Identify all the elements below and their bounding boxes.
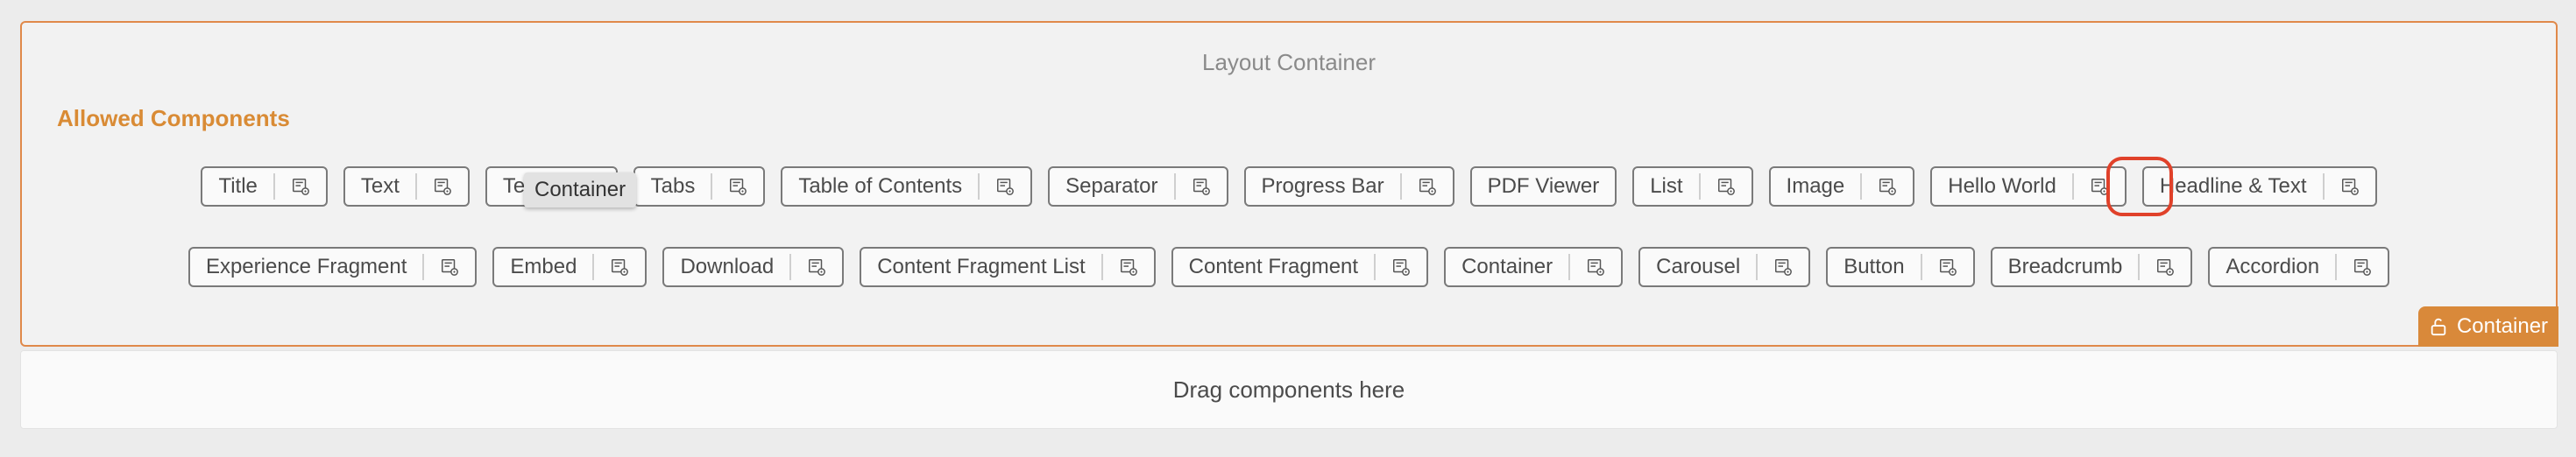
policy-button[interactable] xyxy=(1100,254,1154,280)
container-tooltip: Container xyxy=(524,172,637,207)
component-label: Image xyxy=(1786,174,1845,198)
policy-button[interactable] xyxy=(1860,173,1913,200)
policy-settings-icon xyxy=(1775,259,1793,276)
policy-settings-icon xyxy=(2341,179,2359,195)
component-label: Title xyxy=(218,174,258,198)
component-chip[interactable]: Text xyxy=(343,166,470,207)
component-chip[interactable]: Container xyxy=(1444,247,1624,287)
component-label: Download xyxy=(680,255,775,278)
policy-button[interactable] xyxy=(1399,173,1453,200)
container-badge[interactable]: Container xyxy=(2418,306,2558,347)
policy-button[interactable] xyxy=(2335,254,2388,280)
policy-settings-icon xyxy=(809,259,826,276)
policy-settings-icon xyxy=(1419,179,1436,195)
policy-settings-icon xyxy=(1939,259,1957,276)
policy-button[interactable] xyxy=(978,173,1030,200)
component-chip[interactable]: Experience Fragment xyxy=(188,247,478,287)
policy-button[interactable] xyxy=(1374,254,1426,280)
component-label: Separator xyxy=(1065,174,1158,198)
policy-button[interactable] xyxy=(789,254,842,280)
component-label: Tabs xyxy=(650,174,696,198)
policy-settings-icon xyxy=(1717,179,1735,195)
component-chip[interactable]: Content Fragment List xyxy=(860,247,1156,287)
policy-settings-icon xyxy=(292,179,309,195)
policy-settings-icon xyxy=(997,179,1015,195)
policy-settings-icon xyxy=(1120,259,1137,276)
component-chip[interactable]: List xyxy=(1632,166,1753,207)
component-chip[interactable]: Headline & Text xyxy=(2141,166,2377,207)
policy-settings-icon xyxy=(612,259,629,276)
policy-settings-icon xyxy=(1588,259,1605,276)
policy-button[interactable] xyxy=(1756,254,1808,280)
component-label: Progress Bar xyxy=(1261,174,1384,198)
component-label: PDF Viewer xyxy=(1487,174,1600,198)
component-chip[interactable]: Download xyxy=(662,247,845,287)
policy-button[interactable] xyxy=(1698,173,1752,200)
policy-button[interactable] xyxy=(1568,254,1621,280)
component-label: Container xyxy=(1461,255,1553,278)
component-chip[interactable]: Tabs xyxy=(633,166,766,207)
component-chip[interactable]: Progress Bar xyxy=(1243,166,1454,207)
component-chip[interactable]: Carousel xyxy=(1638,247,1811,287)
policy-button[interactable] xyxy=(592,254,645,280)
component-chip[interactable]: Hello World xyxy=(1930,166,2127,207)
component-label: Content Fragment xyxy=(1188,255,1359,278)
highlight-ring xyxy=(2106,157,2173,216)
layout-container-panel: Layout Container Allowed Components Titl… xyxy=(20,21,2558,347)
policy-button[interactable] xyxy=(414,173,468,200)
component-chip[interactable]: Title xyxy=(201,166,328,207)
policy-button[interactable] xyxy=(272,173,326,200)
component-label: Embed xyxy=(510,255,577,278)
component-label: Breadcrumb xyxy=(2007,255,2123,278)
policy-settings-icon xyxy=(2354,259,2371,276)
component-chip[interactable]: Image xyxy=(1768,166,1915,207)
policy-button[interactable] xyxy=(711,173,763,200)
component-chip[interactable]: Table of Contents xyxy=(781,166,1033,207)
policy-settings-icon xyxy=(2157,259,2175,276)
policy-settings-icon xyxy=(1393,259,1410,276)
policy-settings-icon xyxy=(434,179,451,195)
policy-button[interactable] xyxy=(2138,254,2190,280)
component-chip[interactable]: Button xyxy=(1826,247,1975,287)
unlock-icon xyxy=(2431,318,2446,336)
component-label: Carousel xyxy=(1656,255,1741,278)
component-chip[interactable]: Accordion xyxy=(2208,247,2390,287)
policy-settings-icon xyxy=(1879,179,1897,195)
dropzone-label: Drag components here xyxy=(1172,376,1405,403)
component-label: Text xyxy=(360,174,400,198)
policy-button[interactable] xyxy=(2322,173,2375,200)
components-row-2: Experience Fragment Embed Download Content … xyxy=(22,247,2556,287)
policy-button[interactable] xyxy=(1920,254,1973,280)
policy-button[interactable] xyxy=(1173,173,1227,200)
component-chip[interactable]: Breadcrumb xyxy=(1990,247,2193,287)
components-row-1: TitleTextTeasTabsTable of ContentsSepara… xyxy=(22,166,2556,207)
component-chip[interactable]: PDF Viewer xyxy=(1469,166,1617,207)
component-label: Accordion xyxy=(2226,255,2320,278)
component-chip[interactable]: Separator xyxy=(1048,166,1228,207)
drag-drop-zone[interactable]: Drag components here xyxy=(20,350,2558,429)
badge-label: Container xyxy=(2456,314,2549,338)
panel-title: Layout Container xyxy=(1201,49,1376,75)
allowed-components-heading: Allowed Components xyxy=(57,105,290,131)
policy-settings-icon xyxy=(442,259,459,276)
component-chip[interactable]: Content Fragment xyxy=(1171,247,1429,287)
component-label: Hello World xyxy=(1948,174,2056,198)
component-label: Table of Contents xyxy=(798,174,963,198)
component-label: Button xyxy=(1844,255,1905,278)
component-label: Content Fragment List xyxy=(877,255,1086,278)
component-label: Experience Fragment xyxy=(205,255,407,278)
policy-settings-icon xyxy=(1192,179,1210,195)
component-label: List xyxy=(1650,174,1683,198)
component-chip[interactable]: Embed xyxy=(492,247,648,287)
policy-button[interactable] xyxy=(422,254,475,280)
policy-settings-icon xyxy=(730,179,747,195)
